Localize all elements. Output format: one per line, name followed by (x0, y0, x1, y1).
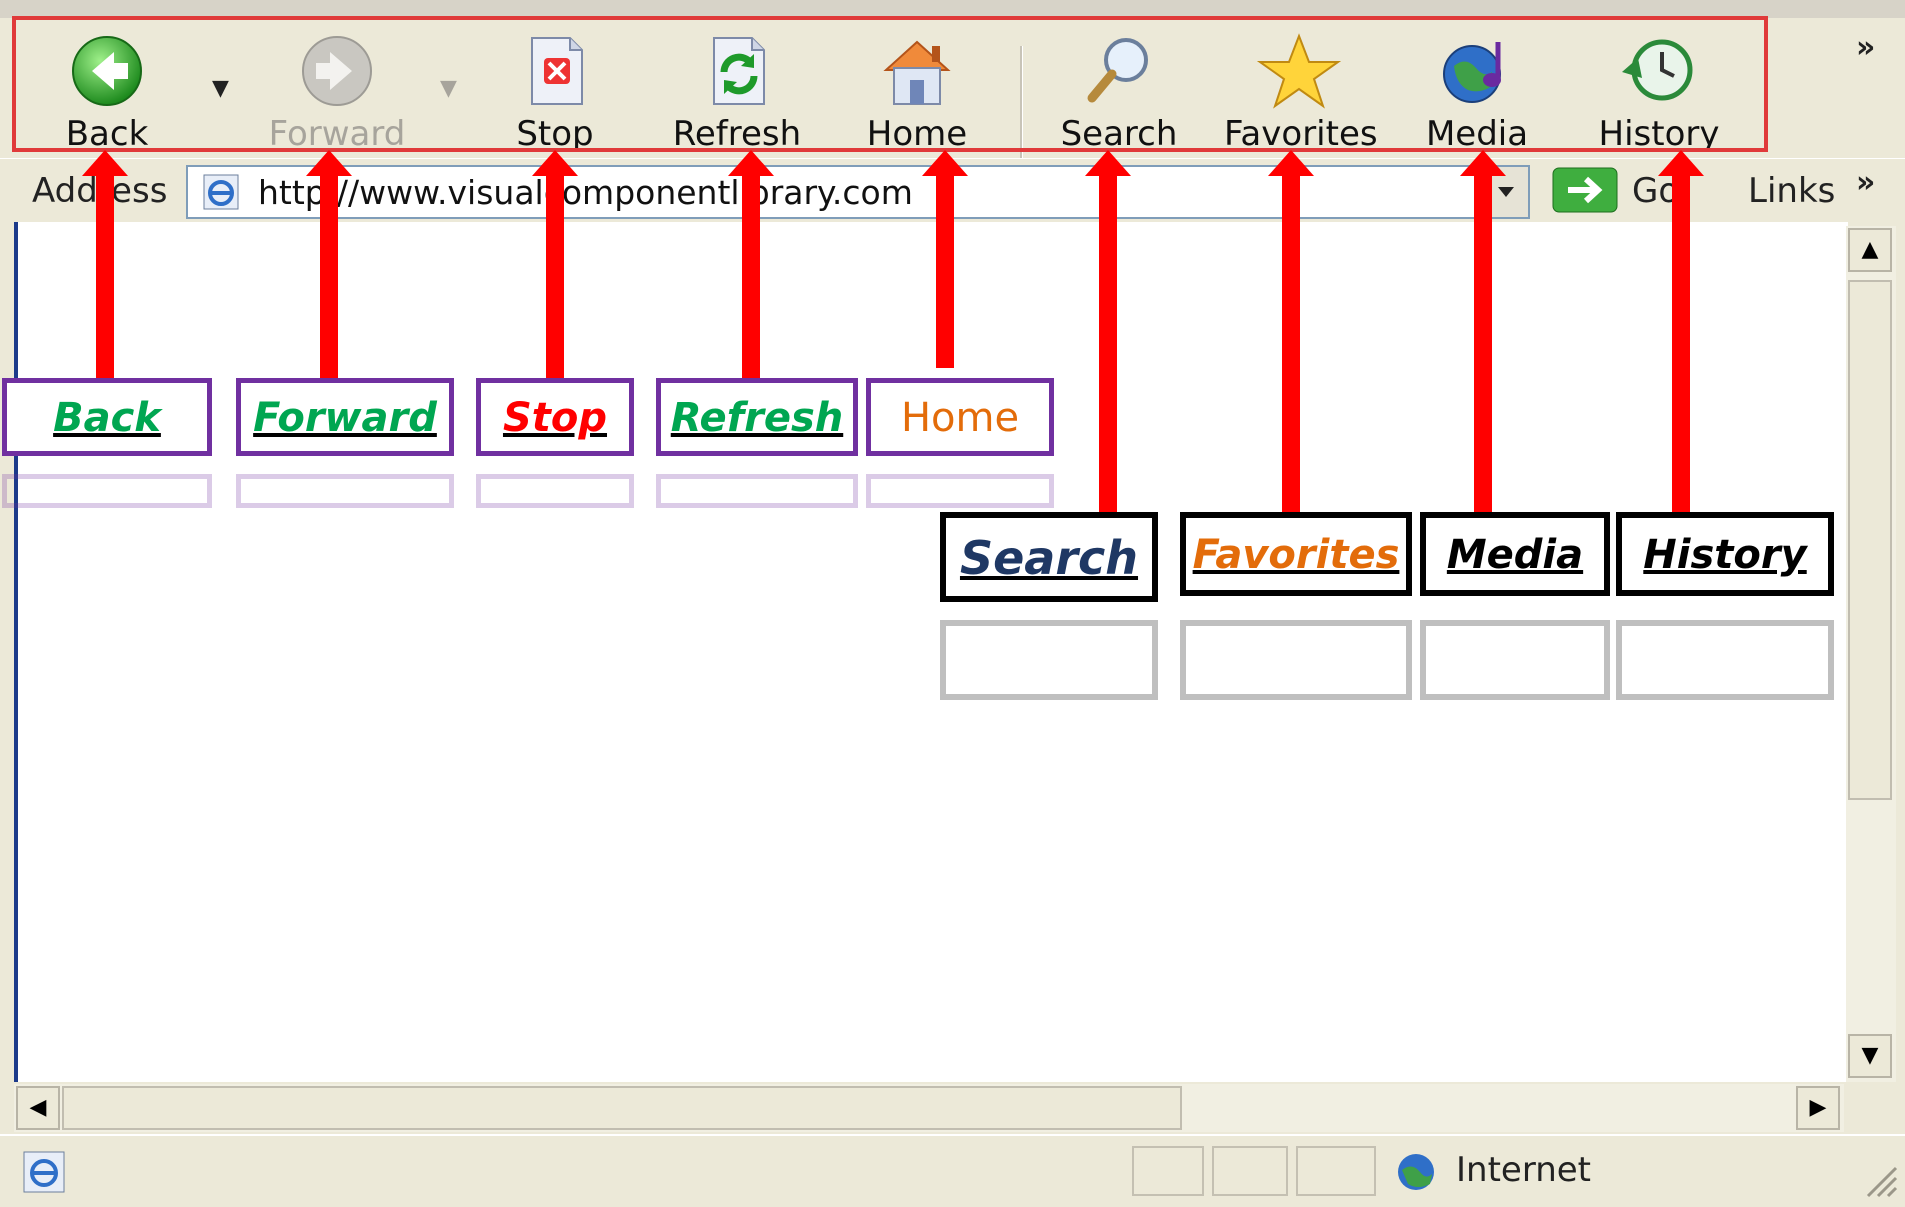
callout-back: Back (2, 378, 212, 456)
callout-reflection (1180, 620, 1412, 700)
callout-stop-label: Stop (502, 395, 608, 441)
callout-forward: Forward (236, 378, 454, 456)
callout-home-label: Home (900, 395, 1020, 441)
annotation-arrows (82, 150, 1704, 512)
callout-history-label: History (1643, 532, 1807, 578)
callout-media: Media (1420, 512, 1610, 596)
callout-media-label: Media (1446, 532, 1584, 578)
arrow-back (82, 150, 128, 378)
arrow-search (1085, 150, 1131, 512)
callout-home: Home (866, 378, 1054, 456)
callout-favorites-label: Favorites (1192, 532, 1400, 578)
callout-reflection (940, 620, 1158, 700)
callout-reflection (1420, 620, 1610, 700)
callout-back-label: Back (53, 395, 161, 441)
callout-history: History (1616, 512, 1834, 596)
callout-favorites: Favorites (1180, 512, 1412, 596)
arrow-favorites (1268, 150, 1314, 512)
callout-refresh-label: Refresh (670, 395, 844, 441)
arrow-home (922, 150, 968, 368)
callout-reflection (1616, 620, 1834, 700)
callout-forward-label: Forward (253, 395, 437, 441)
callout-refresh: Refresh (656, 378, 858, 456)
arrow-refresh (728, 150, 774, 378)
arrow-forward (306, 150, 352, 378)
arrow-media (1460, 150, 1506, 512)
callout-reflection (2, 474, 212, 508)
callout-stop: Stop (476, 378, 634, 456)
callout-reflection (236, 474, 454, 508)
callout-search: Search (940, 512, 1158, 602)
callout-reflection (656, 474, 858, 508)
callout-reflection (476, 474, 634, 508)
arrow-stop (532, 150, 578, 378)
callout-search-label: Search (959, 531, 1139, 585)
callout-reflection (866, 474, 1054, 508)
arrow-history (1658, 150, 1704, 512)
